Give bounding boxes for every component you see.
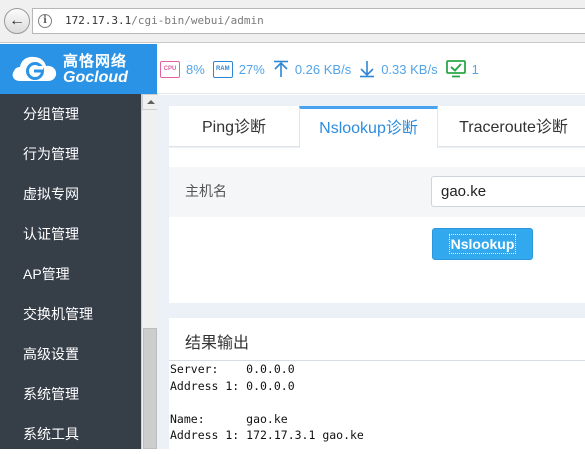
app-header: 高恪网络 Gocloud CPU 8% RAM 27% 0.26 KB/s 0.… xyxy=(0,44,585,94)
sidebar-item-group-management[interactable]: 分组管理 xyxy=(0,94,140,134)
info-icon[interactable]: i xyxy=(38,14,52,28)
back-arrow-icon[interactable]: ← xyxy=(4,8,30,34)
tab-traceroute[interactable]: Traceroute诊断 xyxy=(438,106,585,147)
sidebar-item-ap-management[interactable]: AP管理 xyxy=(0,254,140,294)
result-line: Server: 0.0.0.0 xyxy=(170,362,295,376)
brand-name-en: Gocloud xyxy=(63,69,128,86)
upload-rate: 0.26 KB/s xyxy=(294,61,352,77)
result-line: Name: gao.ke xyxy=(170,411,288,426)
result-line xyxy=(169,394,585,411)
result-line: Address 1: 0.0.0.0 xyxy=(170,378,295,393)
sidebar-menu: 分组管理 行为管理 虚拟专网 认证管理 AP管理 交换机管理 高级设置 系统管理… xyxy=(0,94,140,454)
cloud-logo-icon xyxy=(12,56,57,81)
sidebar-item-auth-management[interactable]: 认证管理 xyxy=(0,214,140,254)
online-terminals-stat: 1 xyxy=(445,60,479,78)
sidebar-item-advanced-settings[interactable]: 高级设置 xyxy=(0,334,140,374)
diagnostic-tabs: Ping诊断 Nslookup诊断 Traceroute诊断 xyxy=(169,106,585,148)
ram-usage: 27% xyxy=(238,61,265,77)
result-output[interactable]: Server: 0.0.0.0 Address 1: 0.0.0.0 Name:… xyxy=(169,360,585,449)
download-stat: 0.33 KB/s xyxy=(359,60,438,78)
sidebar-item-switch-management[interactable]: 交换机管理 xyxy=(0,294,140,334)
result-panel: 结果输出 Server: 0.0.0.0 Address 1: 0.0.0.0 … xyxy=(169,318,585,449)
nslookup-button[interactable]: Nslookup xyxy=(432,228,533,260)
url-path: /cgi-bin/webui/admin xyxy=(131,14,264,27)
result-title: 结果输出 xyxy=(185,335,250,352)
url-text[interactable]: 172.17.3.1/cgi-bin/webui/admin xyxy=(65,14,264,27)
sidebar-scrollbar[interactable] xyxy=(141,94,158,449)
nslookup-button-label: Nslookup xyxy=(448,234,517,254)
ram-chip-icon: RAM xyxy=(212,60,233,78)
online-count: 1 xyxy=(471,61,479,77)
ram-stat: RAM 27% xyxy=(212,60,265,78)
sidebar-item-system-tools[interactable]: 系统工具 xyxy=(0,414,140,454)
address-bar[interactable]: i 172.17.3.1/cgi-bin/webui/admin xyxy=(32,8,585,34)
nslookup-form: 主机名 Nslookup xyxy=(169,148,585,303)
cpu-chip-icon: CPU xyxy=(160,60,180,78)
upload-arrow-icon xyxy=(273,60,288,77)
sidebar: 分组管理 行为管理 虚拟专网 认证管理 AP管理 交换机管理 高级设置 系统管理… xyxy=(0,94,158,449)
sidebar-item-system-management[interactable]: 系统管理 xyxy=(0,374,140,414)
cpu-usage: 8% xyxy=(186,61,205,77)
tab-ping[interactable]: Ping诊断 xyxy=(169,106,299,147)
download-arrow-icon xyxy=(360,61,375,78)
scroll-up-icon[interactable] xyxy=(142,94,158,110)
result-line: Address 1: 172.17.3.1 gao.ke xyxy=(170,428,364,442)
hostname-input[interactable] xyxy=(431,176,585,207)
status-bar: CPU 8% RAM 27% 0.26 KB/s 0.33 KB/s 1 xyxy=(160,44,487,94)
tab-nslookup[interactable]: Nslookup诊断 xyxy=(299,106,438,148)
monitor-check-icon xyxy=(445,60,466,78)
cpu-stat: CPU 8% xyxy=(160,60,205,78)
hostname-label: 主机名 xyxy=(185,183,227,199)
scroll-thumb[interactable] xyxy=(143,328,157,449)
sidebar-item-behavior-management[interactable]: 行为管理 xyxy=(0,134,140,174)
hostname-row: 主机名 xyxy=(169,167,585,217)
url-host: 172.17.3.1 xyxy=(65,14,132,27)
browser-toolbar: ← i 172.17.3.1/cgi-bin/webui/admin xyxy=(0,0,585,43)
sidebar-item-vpn[interactable]: 虚拟专网 xyxy=(0,174,140,214)
brand-logo[interactable]: 高恪网络 Gocloud xyxy=(0,44,157,94)
brand-name-cn: 高恪网络 xyxy=(63,53,128,70)
download-rate: 0.33 KB/s xyxy=(381,61,438,77)
main-content: Ping诊断 Nslookup诊断 Traceroute诊断 主机名 Nsloo… xyxy=(157,95,585,449)
upload-stat: 0.26 KB/s xyxy=(273,60,351,78)
